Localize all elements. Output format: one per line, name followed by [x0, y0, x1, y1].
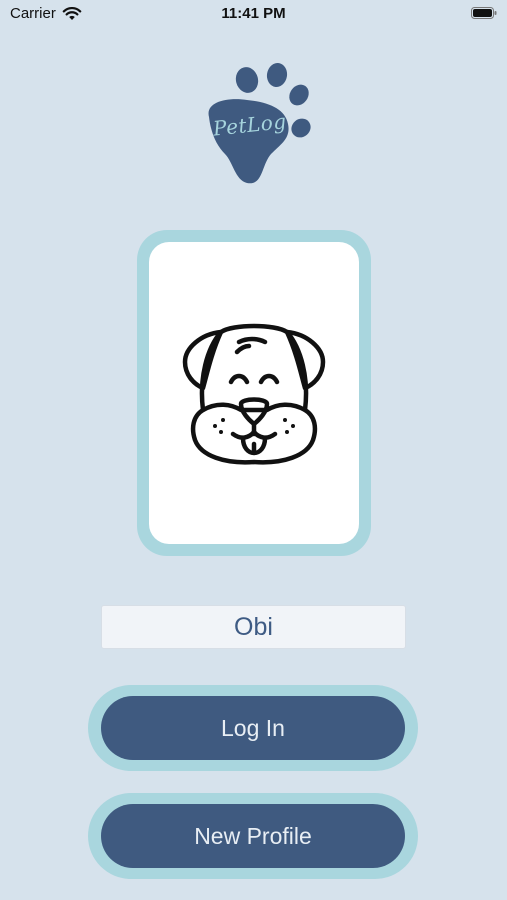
login-button[interactable]: Log In: [101, 696, 405, 760]
pet-photo-card[interactable]: [137, 230, 371, 556]
dog-face-icon: [182, 323, 326, 465]
battery-icon: [471, 7, 497, 19]
new-profile-button-ring: New Profile: [88, 793, 418, 879]
pet-name-field[interactable]: Obi: [101, 605, 406, 649]
status-bar: Carrier 11:41 PM: [0, 0, 507, 30]
login-button-ring: Log In: [88, 685, 418, 771]
pet-photo-frame: [149, 242, 359, 544]
status-time: 11:41 PM: [221, 5, 286, 22]
new-profile-button[interactable]: New Profile: [101, 804, 405, 868]
